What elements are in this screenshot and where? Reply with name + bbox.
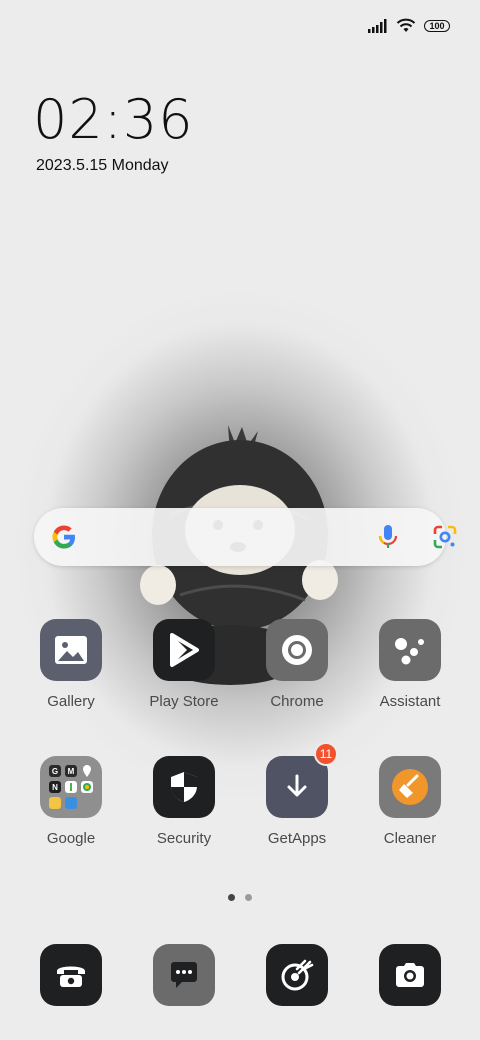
app-label: Assistant <box>379 693 441 710</box>
battery-level: 100 <box>429 20 445 31</box>
gmail-icon: M <box>65 765 77 777</box>
news-icon: N <box>49 781 61 793</box>
app-label: Google <box>46 830 96 847</box>
app-cleaner[interactable]: Cleaner <box>354 756 466 847</box>
maps-icon <box>81 765 93 777</box>
app-folder-google[interactable]: G M N Google <box>15 756 127 847</box>
google-search-bar[interactable] <box>34 508 457 566</box>
dock-camera[interactable] <box>354 944 466 1006</box>
cleaner-icon[interactable] <box>379 756 441 818</box>
wifi-icon <box>396 18 416 32</box>
app-label: Chrome <box>270 693 324 710</box>
app-label: Gallery <box>47 693 95 710</box>
chrome-icon[interactable] <box>266 619 328 681</box>
google-app-icon: G <box>49 765 61 777</box>
gallery-icon[interactable] <box>40 619 102 681</box>
browser-icon[interactable] <box>266 944 328 1006</box>
dock-messages[interactable] <box>128 944 240 1006</box>
google-folder-icon[interactable]: G M N <box>40 756 102 818</box>
google-g-icon <box>52 525 75 549</box>
getapps-icon[interactable]: 11 <box>266 742 338 818</box>
messages-icon[interactable] <box>153 944 215 1006</box>
app-getapps[interactable]: 11 GetApps <box>241 742 353 847</box>
app-assistant[interactable]: Assistant <box>354 619 466 710</box>
notification-badge: 11 <box>314 742 338 766</box>
youtube-music-icon <box>65 781 77 793</box>
app-label: GetApps <box>267 830 327 847</box>
page-dot[interactable] <box>245 894 252 901</box>
files-icon <box>49 797 61 809</box>
play-store-icon[interactable] <box>153 619 215 681</box>
voice-search-mic-icon[interactable] <box>376 523 400 551</box>
camera-icon[interactable] <box>379 944 441 1006</box>
dock-phone[interactable] <box>15 944 127 1006</box>
status-bar: 100 <box>368 18 450 33</box>
app-security[interactable]: Security <box>128 756 240 847</box>
clock-date[interactable]: 2023.5.15 Monday <box>36 157 169 175</box>
clock-time[interactable]: 02:36 <box>33 88 194 151</box>
app-gallery[interactable]: Gallery <box>15 619 127 710</box>
folder-preview-grid: G M N <box>49 765 93 809</box>
phone-icon[interactable] <box>40 944 102 1006</box>
app-chrome[interactable]: Chrome <box>241 619 353 710</box>
signal-icon <box>368 18 387 33</box>
battery-indicator: 100 <box>424 19 450 32</box>
photos-icon <box>81 781 93 793</box>
app-play-store[interactable]: Play Store <box>128 619 240 710</box>
app-label: Cleaner <box>383 830 437 847</box>
page-indicator[interactable] <box>228 894 252 901</box>
page-dot-active[interactable] <box>228 894 235 901</box>
dock-browser[interactable] <box>241 944 353 1006</box>
meet-icon <box>65 797 77 809</box>
assistant-icon[interactable] <box>379 619 441 681</box>
app-label: Play Store <box>149 693 219 710</box>
security-icon[interactable] <box>153 756 215 818</box>
google-lens-icon[interactable] <box>432 524 458 550</box>
app-label: Security <box>156 830 212 847</box>
